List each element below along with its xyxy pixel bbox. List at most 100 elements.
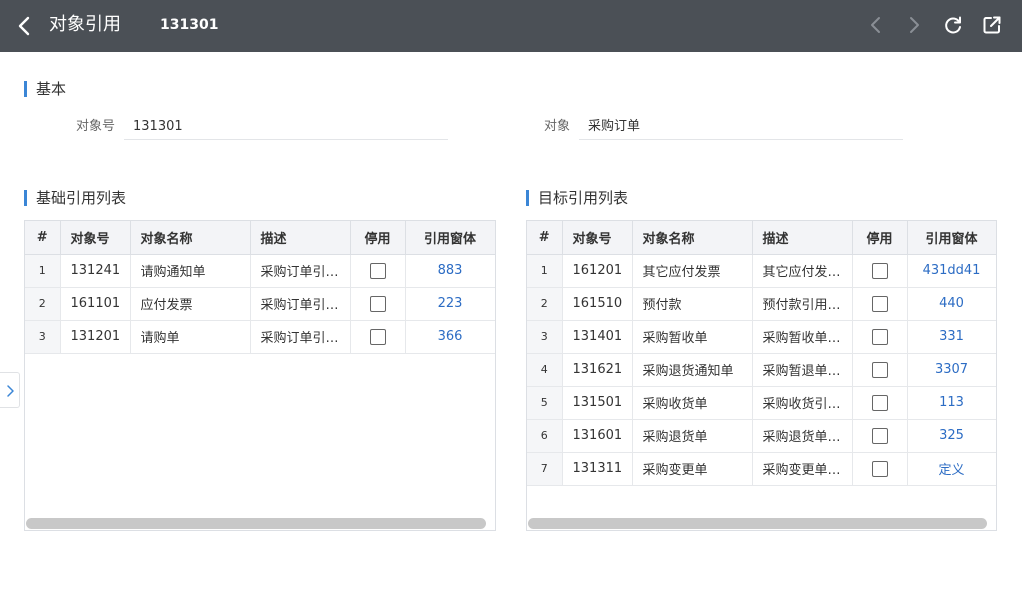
basic-section-title: 基本 [24, 80, 66, 98]
row-index: 1 [527, 254, 563, 288]
prev-icon[interactable] [864, 13, 888, 37]
cell-ref-form-link[interactable]: 定义 [907, 452, 996, 486]
cell-object-no: 161510 [562, 287, 633, 321]
horizontal-scrollbar[interactable] [26, 518, 486, 529]
cell-object-no: 131201 [60, 320, 131, 354]
cell-object-name: 预付款 [632, 287, 753, 321]
cell-description: 其它应付发票引用采购订单 [752, 254, 853, 288]
col-object-name[interactable]: 对象名称 [130, 221, 251, 255]
back-icon[interactable] [14, 14, 36, 38]
object-label: 对象 [544, 119, 571, 134]
cell-description: 采购订单引用请购单 [250, 320, 351, 354]
col-object-no[interactable]: 对象号 [562, 221, 633, 255]
base-refs-title: 基础引用列表 [24, 189, 126, 207]
row-index: 5 [527, 386, 563, 420]
cell-object-no: 131401 [562, 320, 633, 354]
cell-object-no: 131311 [562, 452, 633, 486]
cell-object-name: 采购退货单 [632, 419, 753, 453]
row-index: 2 [527, 287, 563, 321]
cell-disabled [852, 320, 908, 354]
disabled-checkbox[interactable] [871, 394, 888, 411]
row-index: 6 [527, 419, 563, 453]
disabled-checkbox[interactable] [871, 460, 888, 477]
table-row[interactable]: 3131201请购单采购订单引用请购单 366 [25, 320, 495, 354]
table-row[interactable]: 7131311采购变更单采购变更单引用采购订单 定义 [527, 452, 996, 486]
col-disabled[interactable]: 停用 [852, 221, 908, 255]
cell-disabled [852, 419, 908, 453]
cell-object-no: 131241 [60, 254, 131, 288]
table-row[interactable]: 6131601采购退货单采购退货单引用采购订单 325 [527, 419, 996, 453]
open-external-icon[interactable] [980, 13, 1004, 37]
object-no-field[interactable]: 131301 [124, 114, 448, 140]
cell-object-name: 采购收货单 [632, 386, 753, 420]
cell-ref-form-link[interactable]: 883 [405, 254, 495, 288]
cell-disabled [852, 353, 908, 387]
col-ref-form[interactable]: 引用窗体 [405, 221, 495, 255]
disabled-checkbox[interactable] [369, 262, 386, 279]
cell-description: 预付款引用采购订单 [752, 287, 853, 321]
horizontal-scrollbar[interactable] [528, 518, 987, 529]
disabled-checkbox[interactable] [871, 328, 888, 345]
target-refs-grid: # 对象号 对象名称 描述 停用 引用窗体 1 161201 其它应付发票 其它应付发… [526, 220, 997, 531]
cell-object-no: 131601 [562, 419, 633, 453]
cell-ref-form-link[interactable]: 325 [907, 419, 996, 453]
disabled-checkbox[interactable] [369, 328, 386, 345]
cell-ref-form-link[interactable]: 431dd41 [907, 254, 996, 288]
table-row[interactable]: 4131621采购退货通知单采购暂退单引用采购订单 3307 [527, 353, 996, 387]
object-no-label: 对象号 [76, 119, 116, 134]
page-code: 131301 [160, 17, 219, 33]
disabled-checkbox[interactable] [871, 262, 888, 279]
cell-disabled [350, 254, 406, 288]
cell-description: 采购退货单引用采购订单 [752, 419, 853, 453]
col-ref-form[interactable]: 引用窗体 [907, 221, 996, 255]
table-row[interactable]: 1161201其它应付发票其它应付发票引用采购订单 431dd41 [527, 254, 996, 288]
base-refs-grid: # 对象号 对象名称 描述 停用 引用窗体 1 131241 请购通知单采购订单引用… [24, 220, 496, 531]
side-panel-toggle[interactable] [0, 372, 20, 408]
cell-disabled [852, 386, 908, 420]
cell-ref-form-link[interactable]: 366 [405, 320, 495, 354]
cell-object-name: 应付发票 [130, 287, 251, 321]
col-object-no[interactable]: 对象号 [60, 221, 131, 255]
row-index: 7 [527, 452, 563, 486]
col-description[interactable]: 描述 [752, 221, 853, 255]
cell-disabled [350, 287, 406, 321]
table-row[interactable]: 3131401采购暂收单采购暂收单引用采购订单 331 [527, 320, 996, 354]
top-bar: 对象引用 131301 [0, 0, 1022, 52]
cell-object-name: 请购通知单 [130, 254, 251, 288]
cell-ref-form-link[interactable]: 440 [907, 287, 996, 321]
col-index: # [25, 221, 61, 255]
cell-ref-form-link[interactable]: 223 [405, 287, 495, 321]
cell-ref-form-link[interactable]: 331 [907, 320, 996, 354]
cell-ref-form-link[interactable]: 113 [907, 386, 996, 420]
refresh-icon[interactable] [941, 13, 965, 37]
page-title: 对象引用 [49, 14, 121, 35]
next-icon[interactable] [902, 13, 926, 37]
cell-object-no: 161201 [562, 254, 633, 288]
cell-object-name: 采购暂收单 [632, 320, 753, 354]
disabled-checkbox[interactable] [871, 361, 888, 378]
object-field[interactable]: 采购订单 [579, 114, 903, 140]
disabled-checkbox[interactable] [369, 295, 386, 312]
cell-ref-form-link[interactable]: 3307 [907, 353, 996, 387]
cell-object-name: 采购变更单 [632, 452, 753, 486]
cell-description: 采购变更单引用采购订单 [752, 452, 853, 486]
table-row[interactable]: 2161510预付款预付款引用采购订单 440 [527, 287, 996, 321]
cell-disabled [852, 452, 908, 486]
col-disabled[interactable]: 停用 [350, 221, 406, 255]
table-row[interactable]: 1131241请购通知单采购订单引用请购通知单 883 [25, 254, 495, 288]
cell-object-name: 其它应付发票 [632, 254, 753, 288]
col-description[interactable]: 描述 [250, 221, 351, 255]
table-row[interactable]: 5131501采购收货单采购收货引用采购订单 113 [527, 386, 996, 420]
table-row[interactable]: 2161101应付发票采购订单引用应付发票 223 [25, 287, 495, 321]
cell-disabled [852, 287, 908, 321]
col-object-name[interactable]: 对象名称 [632, 221, 753, 255]
disabled-checkbox[interactable] [871, 427, 888, 444]
cell-object-no: 131621 [562, 353, 633, 387]
disabled-checkbox[interactable] [871, 295, 888, 312]
cell-disabled [852, 254, 908, 288]
row-index: 1 [25, 254, 61, 288]
target-refs-title: 目标引用列表 [526, 189, 628, 207]
chevron-right-icon [7, 385, 14, 397]
cell-object-no: 131501 [562, 386, 633, 420]
row-index: 3 [527, 320, 563, 354]
